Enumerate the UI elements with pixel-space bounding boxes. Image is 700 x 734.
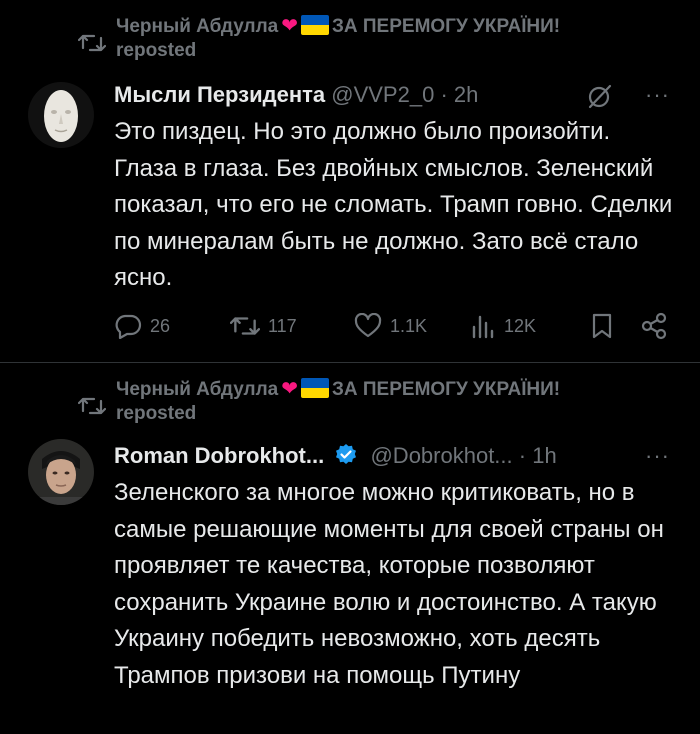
repost-icon	[78, 397, 106, 415]
repost-icon	[78, 34, 106, 52]
tweet-time[interactable]: · 2h	[440, 82, 478, 107]
reply-button[interactable]: 26	[114, 306, 170, 346]
action-bar: 26 117 1.1K 12K	[114, 306, 674, 346]
tweet-header: Мысли Перзидента @VVP2_0 · 2h ···	[114, 80, 670, 110]
tweet-2[interactable]: Черный Абдулла ❤ ЗА ПЕРЕМОГУ УКРАЇНИ! repo…	[0, 363, 700, 734]
repost-user[interactable]: Черный Абдулла	[116, 16, 278, 37]
tweet-header: Roman Dobrokhot... @Dobrokhot... · 1h ··…	[114, 441, 670, 471]
avatar[interactable]	[28, 82, 94, 148]
avatar-image	[28, 82, 94, 148]
more-icon[interactable]: ···	[645, 441, 670, 471]
grok-icon[interactable]	[586, 82, 614, 110]
like-icon	[354, 313, 382, 338]
author-name[interactable]: Roman Dobrokhot...	[114, 443, 324, 468]
author-name[interactable]: Мысли Перзидента	[114, 82, 325, 107]
share-icon	[641, 312, 667, 340]
repost-button[interactable]: 117	[230, 306, 297, 346]
more-icon[interactable]: ···	[645, 80, 670, 110]
tweet-text: Зеленского за многое можно критиковать, …	[114, 479, 664, 689]
views-button[interactable]: 12K	[470, 306, 536, 346]
like-button[interactable]: 1.1K	[354, 306, 427, 346]
verified-badge-icon	[336, 444, 357, 464]
ukraine-flag-emoji	[301, 15, 329, 35]
views-icon	[472, 315, 494, 339]
views-count: 12K	[504, 315, 537, 336]
author-handle[interactable]: @VVP2_0	[331, 82, 434, 107]
repost-label: reposted	[116, 40, 197, 61]
repost-icon	[230, 317, 260, 335]
repost-count: 117	[268, 315, 297, 336]
bookmark-icon	[592, 313, 612, 339]
ukraine-flag-emoji	[301, 378, 329, 398]
tweet-text: Это пиздец. Но это должно было произойти…	[114, 118, 673, 291]
tweet-time[interactable]: · 1h	[519, 443, 557, 468]
repost-user-banner: ЗА ПЕРЕМОГУ УКРАЇНИ!	[332, 379, 561, 400]
repost-label: reposted	[116, 403, 197, 424]
tweet-1[interactable]: Черный Абдулла ❤ ЗА ПЕРЕМОГУ УКРАЇНИ! repo…	[0, 0, 700, 363]
repost-user-banner: ЗА ПЕРЕМОГУ УКРАЇНИ!	[332, 16, 561, 37]
heart-emoji: ❤	[281, 378, 298, 400]
heart-emoji: ❤	[281, 15, 298, 37]
reply-icon	[115, 314, 142, 339]
bookmark-button[interactable]	[590, 306, 622, 346]
author-handle[interactable]: @Dobrokhot...	[370, 443, 512, 468]
reply-count: 26	[150, 315, 171, 336]
avatar[interactable]	[28, 439, 94, 505]
repost-user[interactable]: Черный Абдулла	[116, 379, 278, 400]
share-button[interactable]	[640, 306, 676, 346]
like-count: 1.1K	[390, 315, 428, 336]
avatar-image	[28, 439, 94, 505]
